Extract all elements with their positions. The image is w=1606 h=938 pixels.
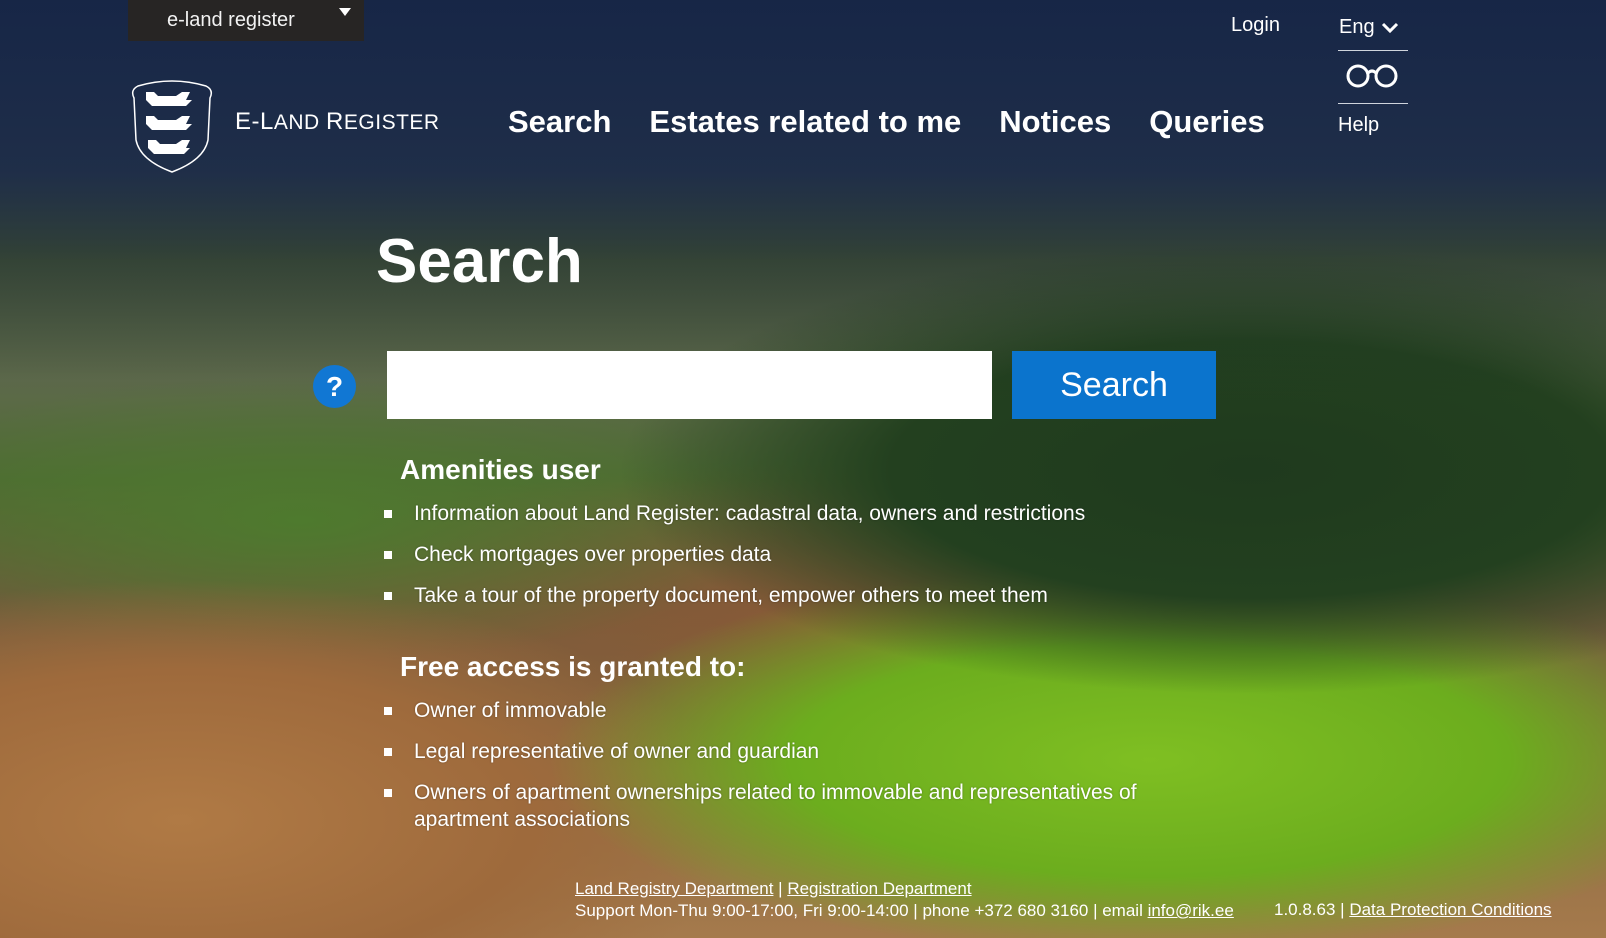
bullet-icon <box>384 789 392 797</box>
accessibility-glasses-icon[interactable] <box>1345 63 1399 89</box>
data-protection-link[interactable]: Data Protection Conditions <box>1349 900 1551 919</box>
app-switcher-label: e-land register <box>167 9 295 31</box>
nav-estates-related-to-me[interactable]: Estates related to me <box>649 104 961 140</box>
bullet-icon <box>384 551 392 559</box>
list-item: Owner of immovable <box>384 697 1204 724</box>
footer-version: 1.0.8.63 | Data Protection Conditions <box>1274 900 1552 920</box>
section-heading: Amenities user <box>400 454 601 485</box>
list-item: Take a tour of the property document, em… <box>384 582 1085 609</box>
land-registry-department-link[interactable]: Land Registry Department <box>575 879 773 898</box>
chevron-down-icon <box>1381 22 1398 33</box>
question-mark-icon: ? <box>325 370 344 402</box>
coat-of-arms-logo-icon[interactable] <box>128 78 216 174</box>
version-label: 1.0.8.63 | <box>1274 900 1350 919</box>
search-input[interactable] <box>387 351 992 419</box>
main-nav: Search Estates related to me Notices Que… <box>508 104 1265 140</box>
language-selector[interactable]: Eng <box>1339 16 1399 39</box>
divider <box>1338 103 1408 104</box>
email-link[interactable]: info@rik.ee <box>1148 901 1234 920</box>
footer: Land Registry Department | Registration … <box>575 879 1234 920</box>
bullet-icon <box>384 510 392 518</box>
search-help-button[interactable]: ? <box>313 365 356 408</box>
search-button[interactable]: Search <box>1012 351 1216 419</box>
registration-department-link[interactable]: Registration Department <box>787 879 971 898</box>
language-label: Eng <box>1339 16 1375 38</box>
page-title: Search <box>376 227 583 296</box>
bullet-icon <box>384 592 392 600</box>
amenities-section: Amenities user Information about Land Re… <box>384 454 1085 623</box>
section-heading: Free access is granted to: <box>400 651 746 682</box>
nav-search[interactable]: Search <box>508 104 611 140</box>
divider <box>1338 50 1408 51</box>
login-link[interactable]: Login <box>1231 14 1280 37</box>
support-info: Support Mon-Thu 9:00-17:00, Fri 9:00-14:… <box>575 901 1148 920</box>
list-item: Check mortgages over properties data <box>384 541 1085 568</box>
list-item: Owners of apartment ownerships related t… <box>384 779 1204 833</box>
app-switcher-dropdown[interactable]: e-land register <box>128 0 364 41</box>
nav-notices[interactable]: Notices <box>999 104 1111 140</box>
free-access-section: Free access is granted to: Owner of immo… <box>384 651 1204 847</box>
help-link[interactable]: Help <box>1338 114 1379 137</box>
list-item: Information about Land Register: cadastr… <box>384 500 1085 527</box>
caret-down-icon <box>339 8 351 16</box>
brand-title[interactable]: E-LAND REGISTER <box>235 108 440 136</box>
bullet-icon <box>384 707 392 715</box>
list-item: Legal representative of owner and guardi… <box>384 738 1204 765</box>
bullet-icon <box>384 748 392 756</box>
nav-queries[interactable]: Queries <box>1149 104 1264 140</box>
